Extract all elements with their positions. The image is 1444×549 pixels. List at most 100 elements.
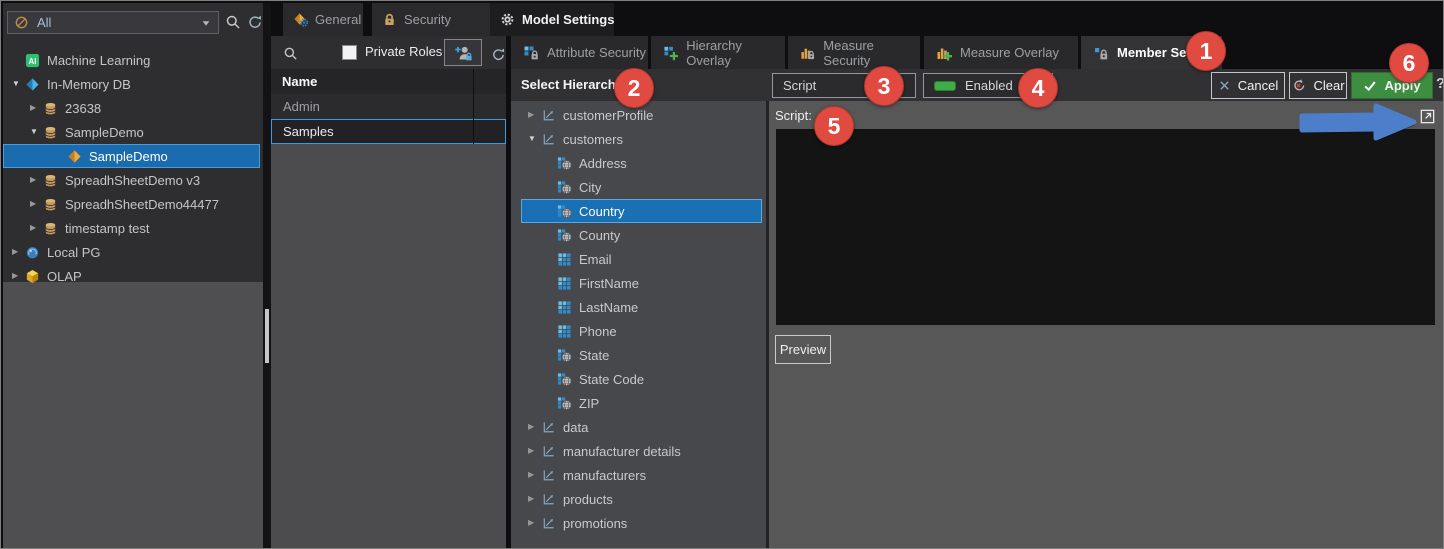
expander-arrow[interactable] [12,248,25,256]
expand-editor-button[interactable] [1417,106,1437,126]
preview-button[interactable]: Preview [775,335,831,364]
attr-icon [557,324,572,339]
name-column-label: Name [282,74,317,89]
connection-tree-item-sampledemo[interactable]: SampleDemo [3,144,260,168]
postgres-icon [25,245,40,260]
hierarchy-tree-item-lastname[interactable]: LastName [521,295,762,319]
roles-column-header[interactable]: Name [271,69,506,94]
model-tab-security[interactable]: Security [372,3,490,36]
tree-item-label: customers [563,132,623,147]
tree-item-label: Local PG [47,245,100,260]
security-tab-attribute-security[interactable]: Attribute Security [511,36,648,69]
hierarchy-tree-item-customerprofile[interactable]: customerProfile [521,103,762,127]
hierarchy-tree-item-country[interactable]: Country [521,199,762,223]
tree-item-label: Machine Learning [47,53,150,68]
connection-tree-item-sampledemo[interactable]: SampleDemo [3,120,260,144]
connection-tree-item-local-pg[interactable]: Local PG [3,240,260,264]
search-icon[interactable] [224,13,242,31]
dimension-icon [541,492,556,507]
hierarchy-tree-item-county[interactable]: County [521,223,762,247]
connection-tree-item-machine-learning[interactable]: Machine Learning [3,48,260,72]
expander-arrow[interactable] [528,495,541,503]
hierarchy-tree-item-promotions[interactable]: promotions [521,511,762,535]
script-editor[interactable] [776,129,1435,325]
tree-item-label: Phone [579,324,617,339]
refresh-icon[interactable] [489,45,507,63]
expander-arrow[interactable] [30,128,43,136]
security-tab-measure-security[interactable]: Measure Security [788,36,920,69]
refresh-icon[interactable] [246,13,264,31]
connections-panel: All Machine Learning In-Memory DB 23638 [3,3,263,548]
expander-arrow[interactable] [528,471,541,479]
add-role-button[interactable] [444,39,482,66]
tree-item-label: timestamp test [65,221,150,236]
scrollbar-thumb[interactable] [265,309,269,363]
hierarchy-tree-item-address[interactable]: Address [521,151,762,175]
role-name: Admin [283,99,320,114]
tree-item-label: Country [579,204,625,219]
hierarchy-tree-item-email[interactable]: Email [521,247,762,271]
attr-geo-icon [557,156,572,171]
expander-arrow[interactable] [30,176,43,184]
expander-arrow[interactable] [528,111,541,119]
hierarchy-tree-item-customers[interactable]: customers [521,127,762,151]
security-tab-measure-overlay[interactable]: Measure Overlay [924,36,1078,69]
ai-icon [25,53,40,68]
expander-arrow[interactable] [30,200,43,208]
security-icon [382,12,397,27]
hierarchy-tree-item-products[interactable]: products [521,487,762,511]
annotation-badge-3: 3 [864,66,904,106]
connection-tree-item-spreadhsheetdemo-v3[interactable]: SpreadhSheetDemo v3 [3,168,260,192]
connection-tree-item-timestamp-test[interactable]: timestamp test [3,216,260,240]
tree-item-label: SampleDemo [65,125,144,140]
expander-arrow[interactable] [12,80,25,88]
expander-arrow[interactable] [528,423,541,431]
dimension-icon [541,516,556,531]
cancel-button[interactable]: Cancel [1211,72,1285,99]
security-tab-strip: Attribute Security Hierarchy Overlay Mea… [511,36,1443,69]
model-tab-general[interactable]: General [283,3,363,36]
hierarchy-tree-item-manufacturers[interactable]: manufacturers [521,463,762,487]
hierarchy-tree-item-manufacturer-details[interactable]: manufacturer details [521,439,762,463]
security-tab-hierarchy-overlay[interactable]: Hierarchy Overlay [651,36,785,69]
expander-arrow[interactable] [30,224,43,232]
help-button[interactable]: ? [1436,75,1444,92]
connection-tree-item-23638[interactable]: 23638 [3,96,260,120]
role-row-samples[interactable]: Samples [271,119,506,144]
private-roles-checkbox[interactable] [342,45,357,60]
tree-item-label: In-Memory DB [47,77,131,92]
attr-icon [557,252,572,267]
expander-arrow[interactable] [528,519,541,527]
expander-arrow[interactable] [528,135,541,143]
hierarchy-tree-item-state-code[interactable]: State Code [521,367,762,391]
hierarchy-tree-item-phone[interactable]: Phone [521,319,762,343]
connection-tree-item-spreadhsheetdemo44477[interactable]: SpreadhSheetDemo44477 [3,192,260,216]
annotation-badge-1: 1 [1186,31,1226,71]
connection-filter-dropdown[interactable]: All [7,11,219,34]
filter-selected-value: All [37,15,200,30]
measec-icon [800,45,815,61]
model-tab-model-settings[interactable]: Model Settings [490,3,614,36]
hierarchy-tree-item-firstname[interactable]: FirstName [521,271,762,295]
vertical-scrollbar[interactable] [263,3,271,548]
connection-tree-item-olap[interactable]: OLAP [3,264,260,288]
expander-arrow[interactable] [12,272,25,280]
hierarchy-tree-item-data[interactable]: data [521,415,762,439]
connection-tree: Machine Learning In-Memory DB 23638 Samp… [3,48,260,288]
tree-item-label: 23638 [65,101,101,116]
hierarchy-tree-item-city[interactable]: City [521,175,762,199]
tab-label: Model Settings [522,12,614,27]
attr-geo-icon [557,228,572,243]
role-row-admin[interactable]: Admin [271,94,506,119]
search-icon[interactable] [281,44,299,62]
hierarchy-tree-item-state[interactable]: State [521,343,762,367]
tree-item-label: SampleDemo [89,149,168,164]
tab-label: Measure Security [823,38,920,68]
connection-tree-item-in-memory-db[interactable]: In-Memory DB [3,72,260,96]
check-icon [1363,79,1377,93]
expander-arrow[interactable] [30,104,43,112]
hierarchy-tree-item-zip[interactable]: ZIP [521,391,762,415]
general-icon [293,12,308,27]
expander-arrow[interactable] [528,447,541,455]
clear-button[interactable]: Clear [1289,72,1347,99]
